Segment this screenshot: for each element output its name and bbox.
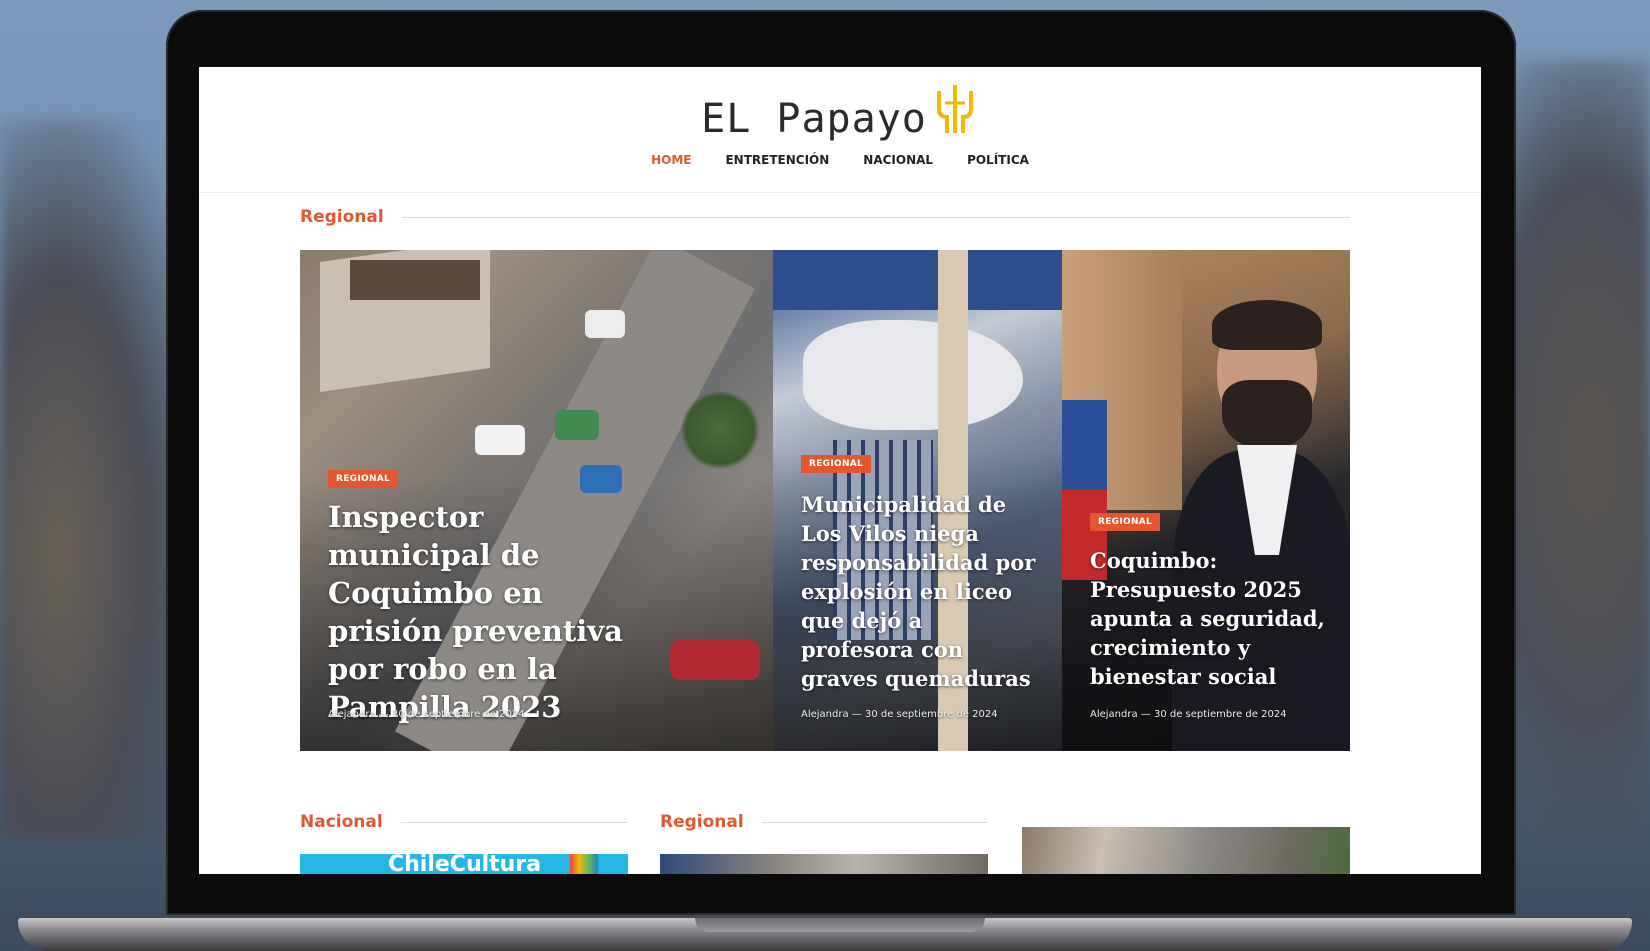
- site-header: EL Papayo HOME ENTRETENCIÓN NACIONAL POL…: [199, 67, 1481, 193]
- nav-item-entretencion[interactable]: ENTRETENCIÓN: [725, 153, 829, 167]
- regional-thumbnail[interactable]: [660, 854, 988, 874]
- article-meta: Alejandra — 30 de septiembre de 2024: [1090, 709, 1287, 720]
- palm-shape: [680, 390, 760, 470]
- section-title-regional[interactable]: Regional: [300, 207, 384, 227]
- article-title[interactable]: Municipalidad de Los Vilos niega respons…: [801, 490, 1041, 693]
- category-badge[interactable]: REGIONAL: [801, 455, 872, 473]
- person-hair-shape: [1212, 300, 1322, 350]
- nacional-thumbnail[interactable]: ChileCultura: [300, 854, 628, 874]
- category-badge[interactable]: REGIONAL: [328, 470, 399, 488]
- section-divider: [400, 821, 628, 823]
- article-meta: Alejandra — 30 de septiembre de 2024: [801, 709, 998, 720]
- section-divider: [401, 216, 1350, 218]
- rainbow-icon: [570, 854, 598, 874]
- section-divider: [761, 821, 988, 823]
- regional-thumbnail-right[interactable]: [1022, 827, 1350, 874]
- chile-cultura-banner-text: ChileCultura: [388, 854, 542, 874]
- section-title-regional-2[interactable]: Regional: [660, 812, 744, 832]
- section-header-regional-2: Regional: [660, 812, 988, 832]
- car-shape: [670, 640, 760, 680]
- debris-shape: [803, 320, 1023, 430]
- featured-article-1[interactable]: REGIONAL Inspector municipal de Coquimbo…: [300, 250, 773, 751]
- article-meta: Alejandra — 30 de septiembre de 2024: [328, 709, 525, 720]
- laptop-notch: [695, 918, 985, 932]
- car-shape: [585, 310, 625, 338]
- logo-text: EL Papayo: [701, 96, 927, 142]
- section-title-nacional[interactable]: Nacional: [300, 812, 383, 832]
- article-title[interactable]: Coquimbo: Presupuesto 2025 apunta a segu…: [1090, 546, 1330, 691]
- article-title[interactable]: Inspector municipal de Coquimbo en prisi…: [328, 498, 628, 726]
- website-screen: EL Papayo HOME ENTRETENCIÓN NACIONAL POL…: [199, 67, 1481, 874]
- site-logo[interactable]: EL Papayo: [701, 81, 979, 139]
- featured-article-2[interactable]: REGIONAL Municipalidad de Los Vilos nieg…: [773, 250, 1062, 751]
- papayo-logo-icon: [936, 85, 973, 133]
- category-badge[interactable]: REGIONAL: [1090, 513, 1161, 531]
- ceiling-shape: [773, 250, 1062, 310]
- car-shape: [555, 410, 599, 440]
- person-beard-shape: [1222, 380, 1312, 450]
- nav-item-politica[interactable]: POLÍTICA: [967, 153, 1029, 167]
- car-shape: [475, 425, 525, 455]
- section-header-regional: Regional: [300, 207, 1350, 227]
- main-nav: HOME ENTRETENCIÓN NACIONAL POLÍTICA: [651, 153, 1029, 167]
- building-roof-shape: [350, 260, 480, 300]
- nav-item-nacional[interactable]: NACIONAL: [863, 153, 933, 167]
- car-shape: [580, 465, 622, 493]
- featured-article-3[interactable]: REGIONAL Coquimbo: Presupuesto 2025 apun…: [1062, 250, 1350, 751]
- section-header-nacional: Nacional: [300, 812, 628, 832]
- nav-item-home[interactable]: HOME: [651, 153, 691, 167]
- featured-grid: REGIONAL Inspector municipal de Coquimbo…: [300, 250, 1350, 751]
